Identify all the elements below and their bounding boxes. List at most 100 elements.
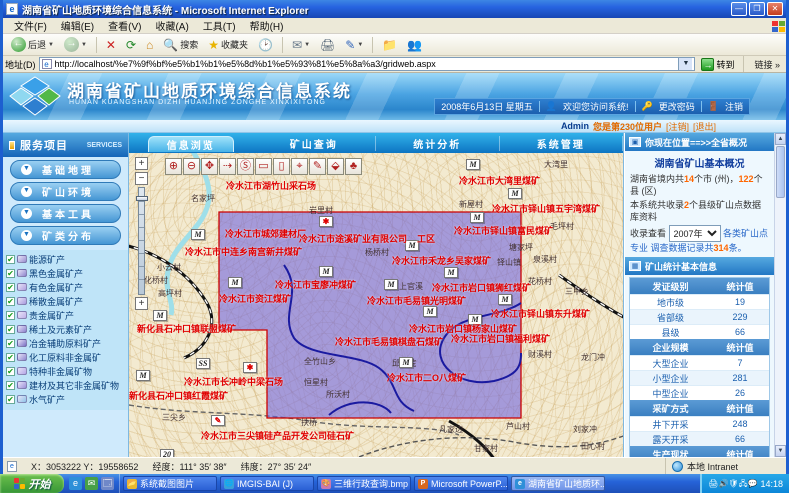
address-input[interactable]: e http://localhost/%e7%9f%bf%e5%b1%b1%e5… <box>39 57 696 71</box>
layer-checkbox[interactable]: ✔ <box>6 297 15 306</box>
mine-marker[interactable]: M <box>399 357 413 368</box>
map-eraser-icon[interactable]: ⬙ <box>327 158 344 175</box>
sidebar-item-矿山环境[interactable]: ▼矿山环境 <box>10 182 121 201</box>
layer-checkbox[interactable]: ✔ <box>6 395 15 404</box>
links-button[interactable]: 链接 » <box>750 58 784 71</box>
folder-button[interactable]: 📁 <box>378 35 401 54</box>
menu-item[interactable]: 查看(V) <box>101 21 148 34</box>
menu-item[interactable]: 文件(F) <box>7 21 54 34</box>
tray-print-icon[interactable]: 🖨 <box>708 479 718 488</box>
mine-marker[interactable]: M <box>319 266 333 277</box>
scroll-thumb[interactable] <box>776 146 785 198</box>
history-button[interactable]: 🕑 <box>254 35 277 54</box>
mine-marker[interactable]: M <box>423 306 437 317</box>
layer-checkbox[interactable]: ✔ <box>6 381 15 390</box>
layer-checkbox[interactable]: ✔ <box>6 367 15 376</box>
mine-marker[interactable]: SS <box>196 358 210 369</box>
scroll-down-icon[interactable]: ▼ <box>775 445 786 457</box>
layer-checkbox[interactable]: ✔ <box>6 353 15 362</box>
exit-link[interactable]: [退出] <box>693 120 716 133</box>
minimize-button[interactable]: — <box>731 2 747 16</box>
map-measure-icon[interactable]: ⇢ <box>219 158 236 175</box>
edit-button[interactable]: ✎▼ <box>341 35 367 54</box>
tab-信息浏览[interactable]: 信息浏览 <box>148 136 234 152</box>
map-zoom-in-icon[interactable]: ⊕ <box>165 158 182 175</box>
mine-marker[interactable]: M <box>228 277 242 288</box>
taskbar-task[interactable]: e湖南省矿山地质环... <box>511 476 605 491</box>
mine-marker[interactable]: ✎ <box>211 415 225 426</box>
mine-marker[interactable]: M <box>384 279 398 290</box>
menu-item[interactable]: 帮助(H) <box>243 21 291 34</box>
sidebar-item-矿类分布[interactable]: ▼矿类分布 <box>10 226 121 245</box>
zoom-out-button[interactable]: − <box>135 172 148 185</box>
map-canvas[interactable]: + − + ⊕⊖✥⇢Ⓢ▭▯⌖✎⬙♣ 大湾里名家坪岩里村新屋村毛坪村杨桥村塘家坪铎… <box>129 153 623 457</box>
menu-item[interactable]: 编辑(E) <box>54 21 101 34</box>
taskbar-task[interactable]: 🎨三维行政查询.bmp <box>317 476 411 491</box>
mine-marker[interactable]: M <box>153 310 167 321</box>
start-button[interactable]: 开始 <box>0 474 64 493</box>
mine-marker[interactable]: ✱ <box>243 362 257 373</box>
taskbar-task[interactable]: 🌐IMGIS-BAI (J) <box>220 476 314 491</box>
zoom-in-button[interactable]: + <box>135 157 148 170</box>
menu-item[interactable]: 工具(T) <box>196 21 243 34</box>
zoom-full-button[interactable]: + <box>135 297 148 310</box>
tab-系统管理[interactable]: 系统管理 <box>500 136 624 151</box>
mine-marker[interactable]: M <box>191 229 205 240</box>
close-button[interactable]: ✕ <box>767 2 783 16</box>
map-identify-icon[interactable]: ⌖ <box>291 158 308 175</box>
layer-checkbox[interactable]: ✔ <box>6 255 15 264</box>
quick-mail-icon[interactable]: ✉ <box>85 477 98 490</box>
layer-checkbox[interactable]: ✔ <box>6 339 15 348</box>
year-select[interactable]: 2007年 <box>669 225 721 242</box>
scroll-up-icon[interactable]: ▲ <box>775 133 786 145</box>
map-select-rect-icon[interactable]: ▭ <box>255 158 272 175</box>
mine-marker[interactable]: M <box>466 159 480 170</box>
home-button[interactable]: ⌂ <box>142 35 157 54</box>
tab-统计分析[interactable]: 统计分析 <box>376 136 500 151</box>
tray-volume-icon[interactable]: 🔊 <box>718 479 728 488</box>
back-button[interactable]: ←后退▼ <box>7 35 58 54</box>
forward-button[interactable]: →▼ <box>60 35 91 54</box>
restore-button[interactable]: ❐ <box>749 2 765 16</box>
mine-marker[interactable]: M <box>444 267 458 278</box>
mine-marker[interactable]: 20 <box>160 449 174 457</box>
tray-network-icon[interactable]: 🖧 <box>739 479 748 488</box>
mine-marker[interactable]: M <box>498 294 512 305</box>
taskbar-task[interactable]: 📂系统截图图片 <box>123 476 217 491</box>
zoom-slider-thumb[interactable] <box>136 196 148 201</box>
layer-checkbox[interactable]: ✔ <box>6 283 15 292</box>
map-zoom-out-icon[interactable]: ⊖ <box>183 158 200 175</box>
change-password-link[interactable]: 更改密码 <box>659 100 695 113</box>
map-clear-select-icon[interactable]: ▯ <box>273 158 290 175</box>
mine-marker[interactable]: M <box>470 212 484 223</box>
tab-矿山查询[interactable]: 矿山查询 <box>253 136 377 151</box>
map-pan-icon[interactable]: ✥ <box>201 158 218 175</box>
search-button[interactable]: 🔍搜索 <box>159 35 202 54</box>
mail-button[interactable]: ✉▼ <box>288 35 314 54</box>
messenger-button[interactable]: 👥 <box>403 35 426 54</box>
map-layers-icon[interactable]: ♣ <box>345 158 362 175</box>
mine-marker[interactable]: ✱ <box>319 216 333 227</box>
taskbar-task[interactable]: PMicrosoft PowerP... <box>414 476 508 491</box>
quick-ie-icon[interactable]: e <box>69 477 82 490</box>
quick-desktop-icon[interactable]: 🗔 <box>101 477 114 490</box>
menu-item[interactable]: 收藏(A) <box>148 21 195 34</box>
mine-marker[interactable]: M <box>136 370 150 381</box>
banner-logout-link[interactable]: 注销 <box>725 100 743 113</box>
tray-msg-icon[interactable]: 💬 <box>748 479 758 488</box>
sidebar-item-基础地理[interactable]: ▼基础地理 <box>10 160 121 179</box>
address-dropdown-icon[interactable]: ▼ <box>678 58 692 70</box>
map-stop-icon[interactable]: Ⓢ <box>237 158 254 175</box>
vertical-scrollbar[interactable]: ▲ ▼ <box>774 133 786 457</box>
logout-link[interactable]: [注销] <box>666 120 689 133</box>
mine-marker[interactable]: M <box>508 188 522 199</box>
favorites-button[interactable]: ★收藏夹 <box>204 35 252 54</box>
go-button[interactable]: → 转到 <box>698 58 737 71</box>
map-draw-icon[interactable]: ✎ <box>309 158 326 175</box>
stop-button[interactable]: ✕ <box>102 35 120 54</box>
sidebar-item-基本工具[interactable]: ▼基本工具 <box>10 204 121 223</box>
tray-shield-icon[interactable]: 🛡 <box>728 479 738 488</box>
refresh-button[interactable]: ⟳ <box>122 35 140 54</box>
layer-checkbox[interactable]: ✔ <box>6 325 15 334</box>
print-button[interactable]: 🖨 <box>316 35 339 54</box>
